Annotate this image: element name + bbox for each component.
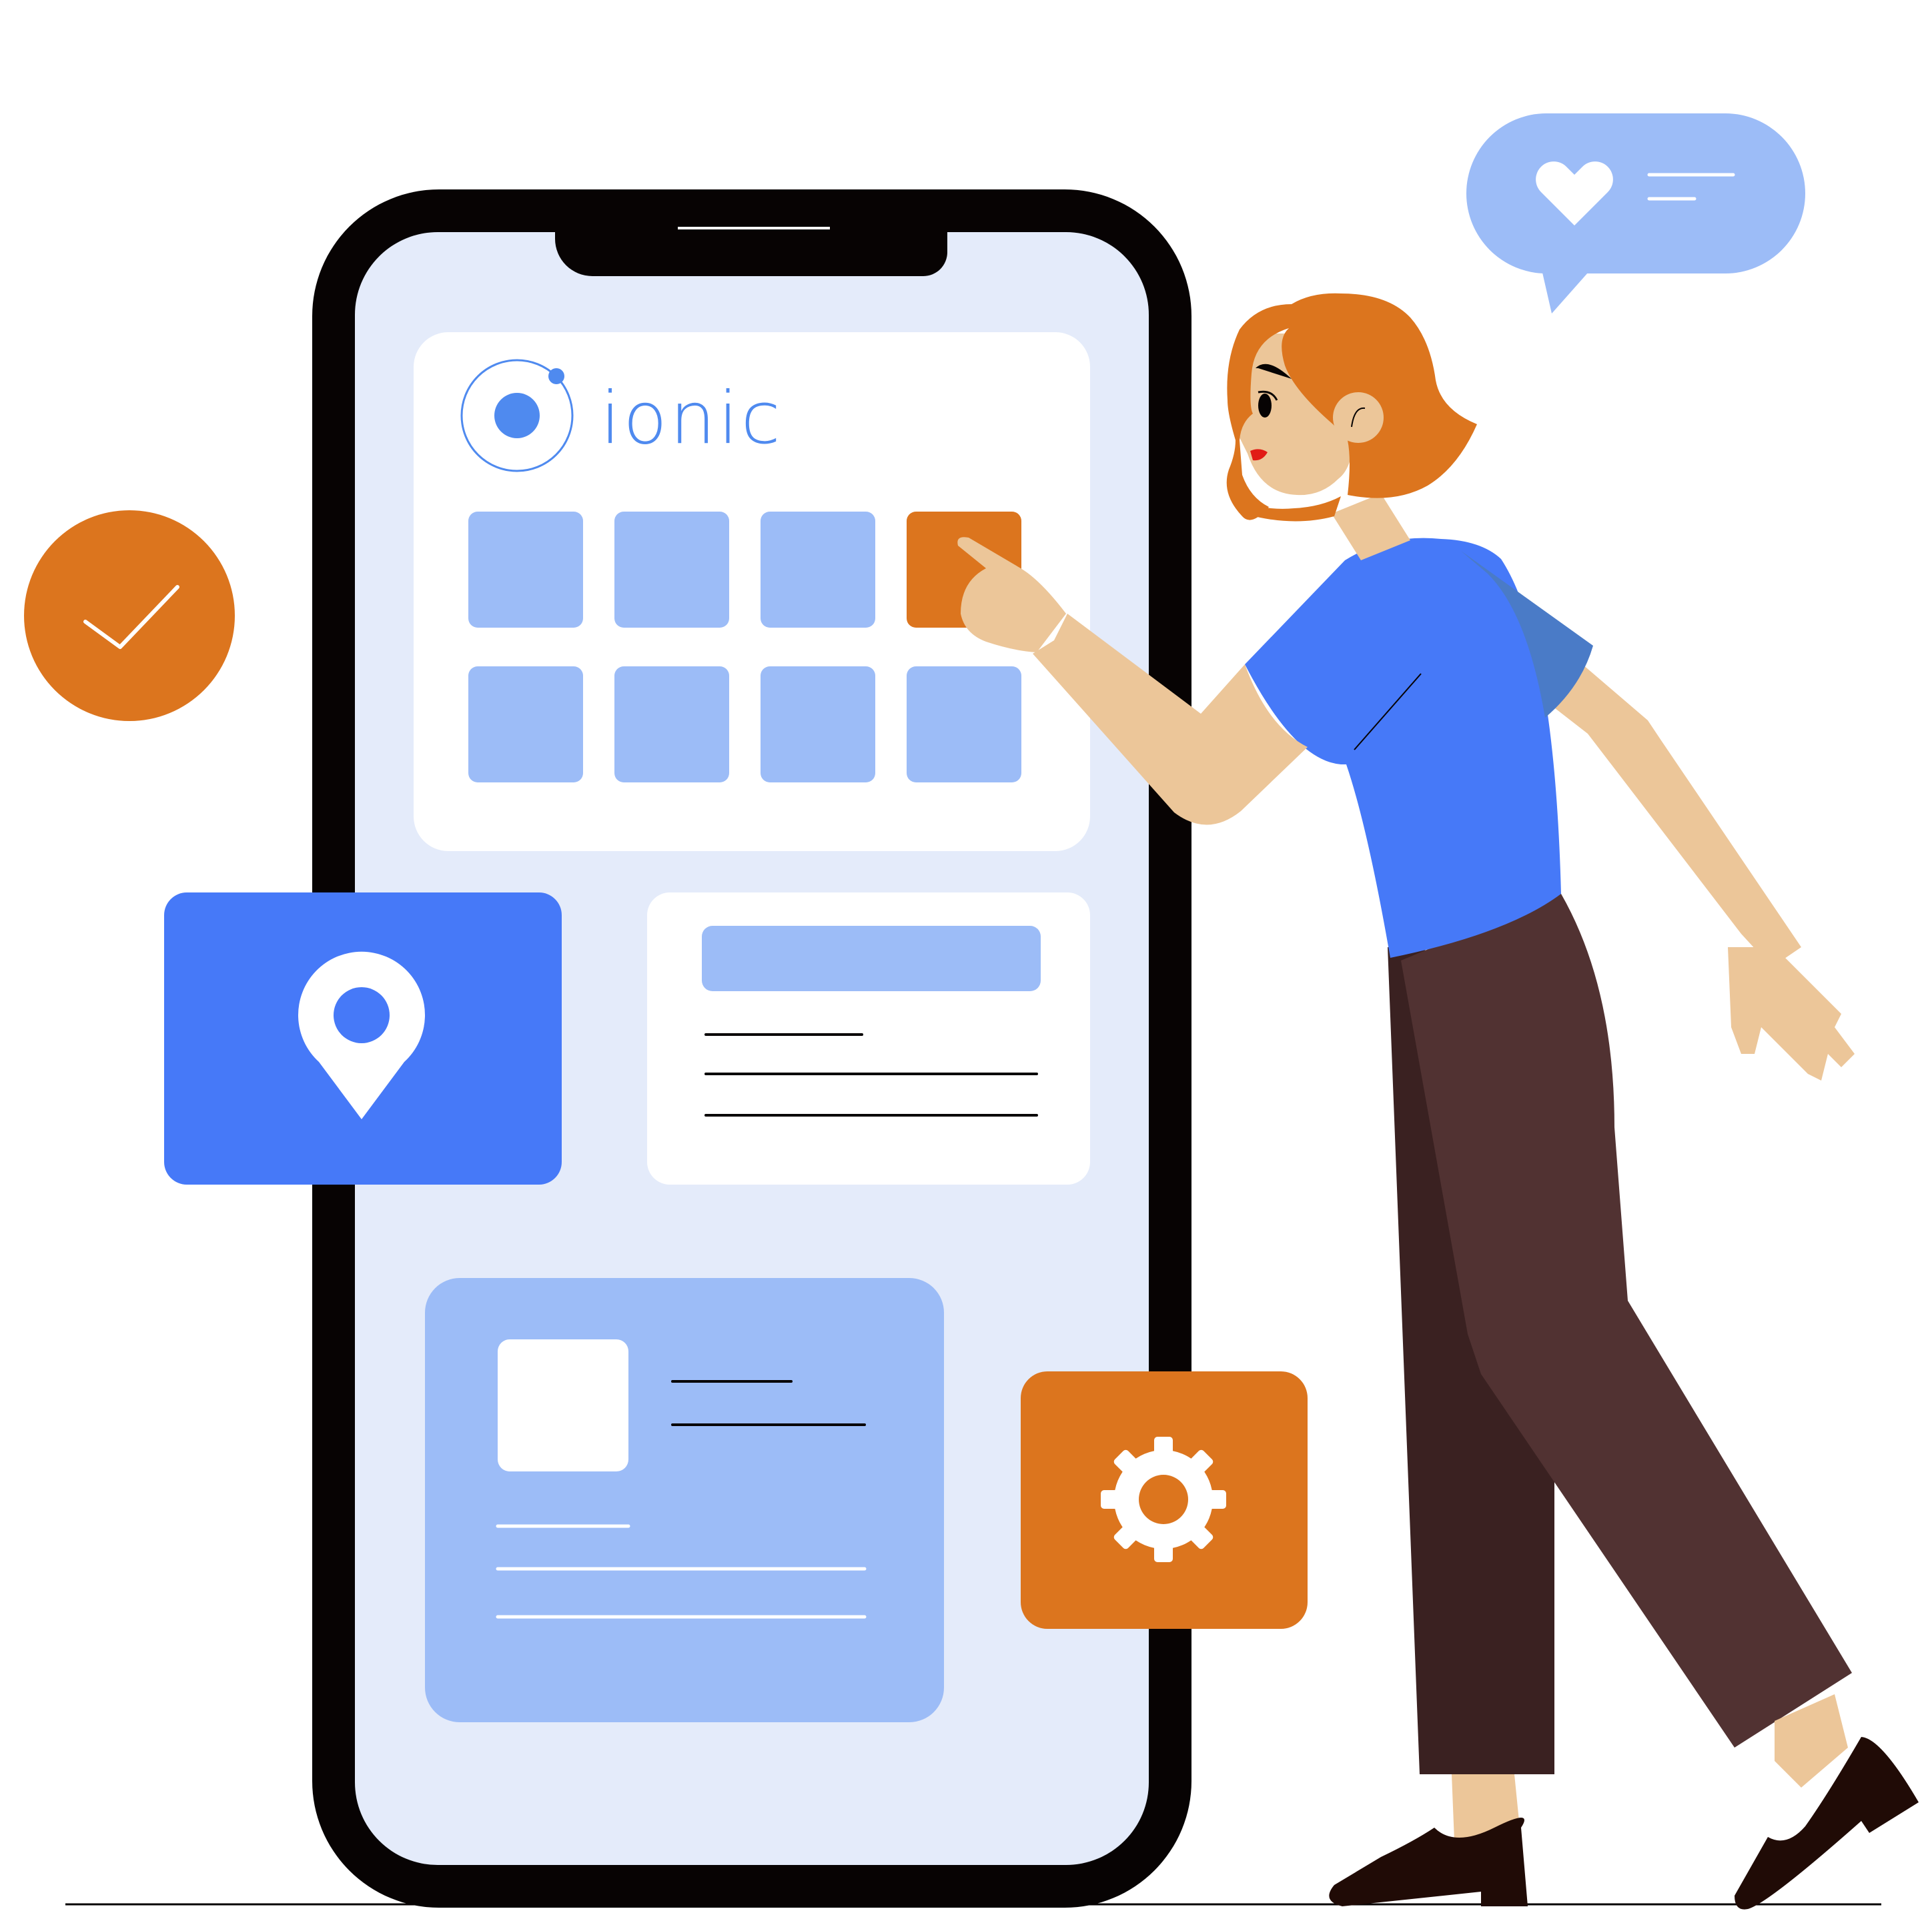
app-tile[interactable] xyxy=(907,666,1021,782)
speech-bubble-tail xyxy=(1541,267,1593,313)
person-eye xyxy=(1258,394,1272,418)
illustration: ionic xyxy=(24,113,1919,1910)
speech-bubble xyxy=(1466,113,1805,313)
check-badge-bg xyxy=(24,510,235,721)
media-thumbnail xyxy=(498,1339,628,1471)
text-card[interactable] xyxy=(647,892,1090,1185)
app-tile[interactable] xyxy=(761,512,875,628)
person-ear xyxy=(1333,392,1384,443)
settings-card[interactable] xyxy=(1021,1371,1308,1629)
media-card[interactable] xyxy=(425,1278,944,1722)
person-shoe-back xyxy=(1329,1818,1528,1906)
app-tile[interactable] xyxy=(614,512,729,628)
gear-icon xyxy=(1101,1437,1226,1562)
check-badge xyxy=(24,510,235,721)
phone-notch xyxy=(555,232,947,276)
ionic-logo-satellite xyxy=(548,368,564,384)
location-card[interactable] xyxy=(164,892,562,1185)
app-tile[interactable] xyxy=(468,512,583,628)
ionic-logo-core xyxy=(494,393,540,438)
speech-bubble-bg xyxy=(1466,113,1805,273)
text-card-header-bar xyxy=(702,926,1041,991)
app-tile[interactable] xyxy=(761,666,875,782)
app-tile[interactable] xyxy=(614,666,729,782)
person-back-hand xyxy=(1728,947,1855,1081)
app-tile[interactable] xyxy=(468,666,583,782)
ionic-wordmark: ionic xyxy=(600,377,783,460)
